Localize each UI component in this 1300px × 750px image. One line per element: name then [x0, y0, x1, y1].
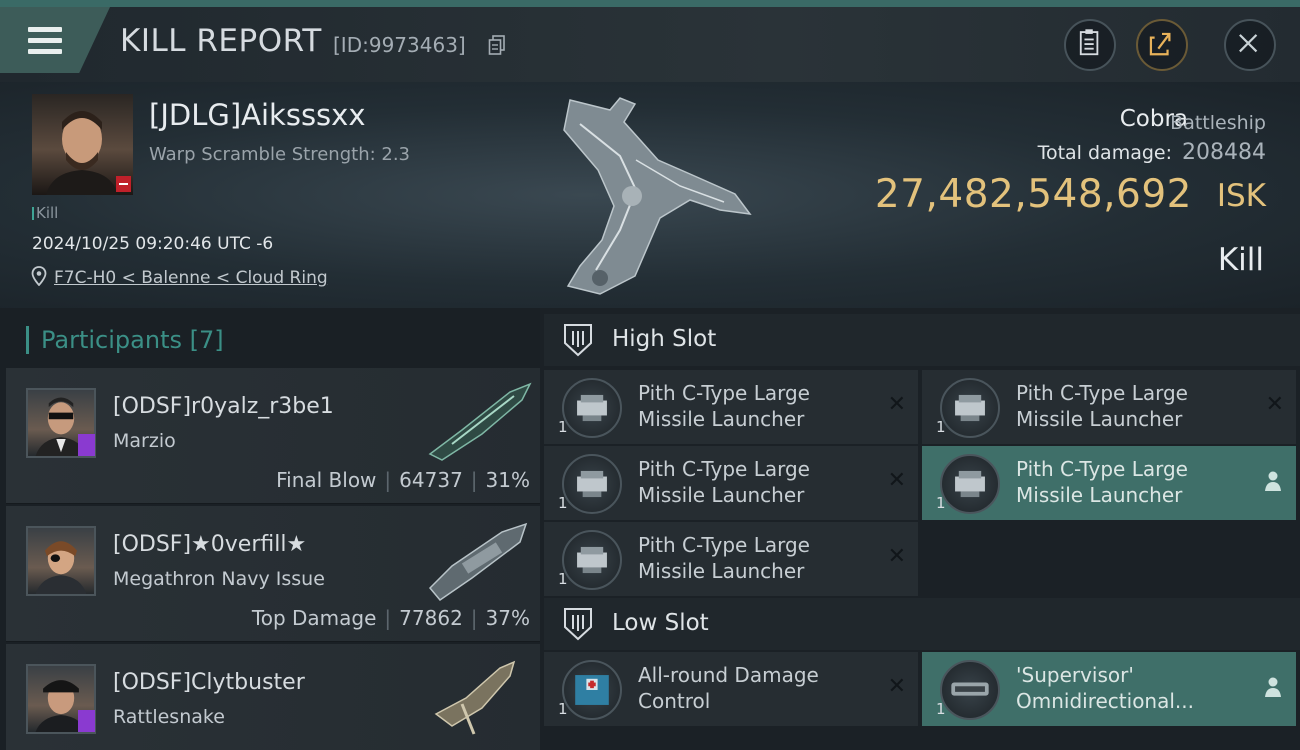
isk-unit: ISK [1216, 178, 1266, 214]
share-icon [1149, 32, 1171, 56]
missile-launcher-icon [562, 454, 622, 514]
header-bar: KILL REPORT [ID:9973463] [0, 7, 1300, 82]
window-top-accent [0, 0, 1300, 7]
module-name: Pith C-Type Large Missile Launcher [638, 457, 810, 507]
kill-timestamp: 2024/10/25 09:20:46 UTC -6 [32, 234, 274, 254]
total-damage-label: Total damage: [1037, 142, 1172, 164]
high-slot-header: High Slot [544, 314, 1300, 366]
dropped-person-icon [1265, 677, 1281, 697]
page-title: KILL REPORT [120, 23, 322, 59]
module-item[interactable]: 1 All-round Damage Control ✕ [544, 652, 918, 726]
missile-launcher-icon [562, 530, 622, 590]
participant-ship-image [428, 522, 528, 602]
menu-button[interactable] [0, 7, 110, 73]
damage-control-icon [562, 660, 622, 720]
clipboard-icon [1079, 29, 1099, 56]
participant-ship-image [434, 660, 516, 735]
module-name: 'Supervisor' Omnidirectional... [1016, 663, 1194, 713]
participant-row[interactable]: [ODSF]Clytbuster Rattlesnake [6, 644, 540, 750]
destroyed-x-icon: ✕ [887, 544, 906, 569]
high-slot-icon [564, 324, 592, 357]
participant-name: [ODSF]r0yalz_r3be1 [113, 394, 334, 419]
kill-summary: [JDLG]Aiksssxx Warp Scramble Strength: 2… [0, 82, 1300, 308]
module-name: Pith C-Type Large Missile Launcher [1016, 381, 1188, 431]
victim-portrait-icon [46, 111, 131, 195]
module-item-dropped[interactable]: 1 'Supervisor' Omnidirectional... [922, 652, 1296, 726]
participant-damage: 64737 [399, 468, 463, 492]
close-icon [1239, 34, 1258, 53]
tractor-unit-icon [940, 660, 1000, 720]
participant-role: Top Damage [251, 606, 377, 630]
module-item[interactable]: 1 Pith C-Type Large Missile Launcher ✕ [544, 370, 918, 444]
module-quantity: 1 [558, 570, 568, 588]
participant-ship: Megathron Navy Issue [113, 568, 325, 590]
rank-badge-icon [78, 710, 95, 732]
missile-launcher-icon [940, 378, 1000, 438]
participant-avatar [26, 526, 96, 596]
high-slot-title: High Slot [612, 326, 717, 352]
share-button[interactable] [1136, 19, 1188, 71]
victim-ship-image [563, 97, 752, 295]
location-pin-icon [31, 266, 47, 286]
module-quantity: 1 [936, 700, 946, 718]
destroyed-x-icon: ✕ [887, 468, 906, 493]
kill-status: Kill [1217, 242, 1264, 278]
kill-tag: Kill [31, 204, 59, 222]
module-name: Pith C-Type Large Missile Launcher [638, 381, 810, 431]
participants-title: Participants [7] [26, 326, 224, 354]
victim-name[interactable]: [JDLG]Aiksssxx [149, 98, 365, 132]
destroyed-x-icon: ✕ [887, 392, 906, 417]
total-damage-value: 208484 [1182, 140, 1266, 165]
warp-scramble-strength: Warp Scramble Strength: 2.3 [149, 144, 411, 165]
copy-icon[interactable] [488, 35, 506, 55]
participant-name: [ODSF]★0verfill★ [113, 532, 307, 557]
module-name: All-round Damage Control [638, 663, 819, 713]
clipboard-button[interactable] [1064, 19, 1116, 71]
module-name: Pith C-Type Large Missile Launcher [638, 533, 810, 583]
participant-ship: Marzio [113, 430, 176, 452]
participant-damage-percent: 37% [485, 606, 530, 630]
module-item[interactable]: 1 Pith C-Type Large Missile Launcher ✕ [544, 446, 918, 520]
module-item[interactable]: 1 Pith C-Type Large Missile Launcher ✕ [544, 522, 918, 596]
participant-portrait-icon [35, 541, 87, 594]
victim-ship-class: Battleship [1170, 112, 1266, 134]
participant-stats: Final Blow | 64737 | 31% [276, 468, 530, 492]
missile-launcher-icon [940, 454, 1000, 514]
close-button[interactable] [1224, 19, 1276, 71]
module-quantity: 1 [558, 494, 568, 512]
module-quantity: 1 [558, 418, 568, 436]
missile-launcher-icon [562, 378, 622, 438]
participants-panel: Participants [7] [ODSF]r0yalz_r3be1 Marz… [0, 308, 540, 750]
low-slot-title: Low Slot [612, 610, 709, 636]
module-name: Pith C-Type Large Missile Launcher [1016, 457, 1188, 507]
participant-stats: Top Damage | 77862 | 37% [251, 606, 530, 630]
kill-report-window: KILL REPORT [ID:9973463] [JDLG]Aiksssxx … [0, 0, 1300, 750]
participant-damage: 77862 [399, 606, 463, 630]
participant-role: Final Blow [276, 468, 377, 492]
participant-name: [ODSF]Clytbuster [113, 670, 305, 695]
participant-ship-image [428, 382, 532, 461]
low-slot-icon [564, 608, 592, 641]
destroyed-x-icon: ✕ [1265, 392, 1284, 417]
participant-row[interactable]: [ODSF]★0verfill★ Megathron Navy Issue To… [6, 506, 540, 642]
destroyed-x-icon: ✕ [887, 674, 906, 699]
low-slot-header: Low Slot [544, 598, 1300, 650]
fitting-panel: High Slot 1 Pith C-Type Large Missile La… [540, 308, 1300, 750]
kill-location-link[interactable]: F7C-H0 < Balenne < Cloud Ring [54, 268, 328, 288]
participant-ship: Rattlesnake [113, 706, 225, 728]
kill-id: [ID:9973463] [333, 33, 466, 57]
isk-value: 27,482,548,692 [874, 172, 1192, 217]
dropped-person-icon [1265, 471, 1281, 491]
module-item[interactable]: 1 Pith C-Type Large Missile Launcher ✕ [922, 370, 1296, 444]
module-quantity: 1 [936, 418, 946, 436]
participant-row[interactable]: [ODSF]r0yalz_r3be1 Marzio Final Blow | 647… [6, 368, 540, 504]
rank-badge-icon [78, 434, 95, 456]
victim-avatar[interactable] [32, 94, 133, 195]
module-quantity: 1 [936, 494, 946, 512]
module-quantity: 1 [558, 700, 568, 718]
participant-damage-percent: 31% [485, 468, 530, 492]
module-item-dropped[interactable]: 1 Pith C-Type Large Missile Launcher [922, 446, 1296, 520]
